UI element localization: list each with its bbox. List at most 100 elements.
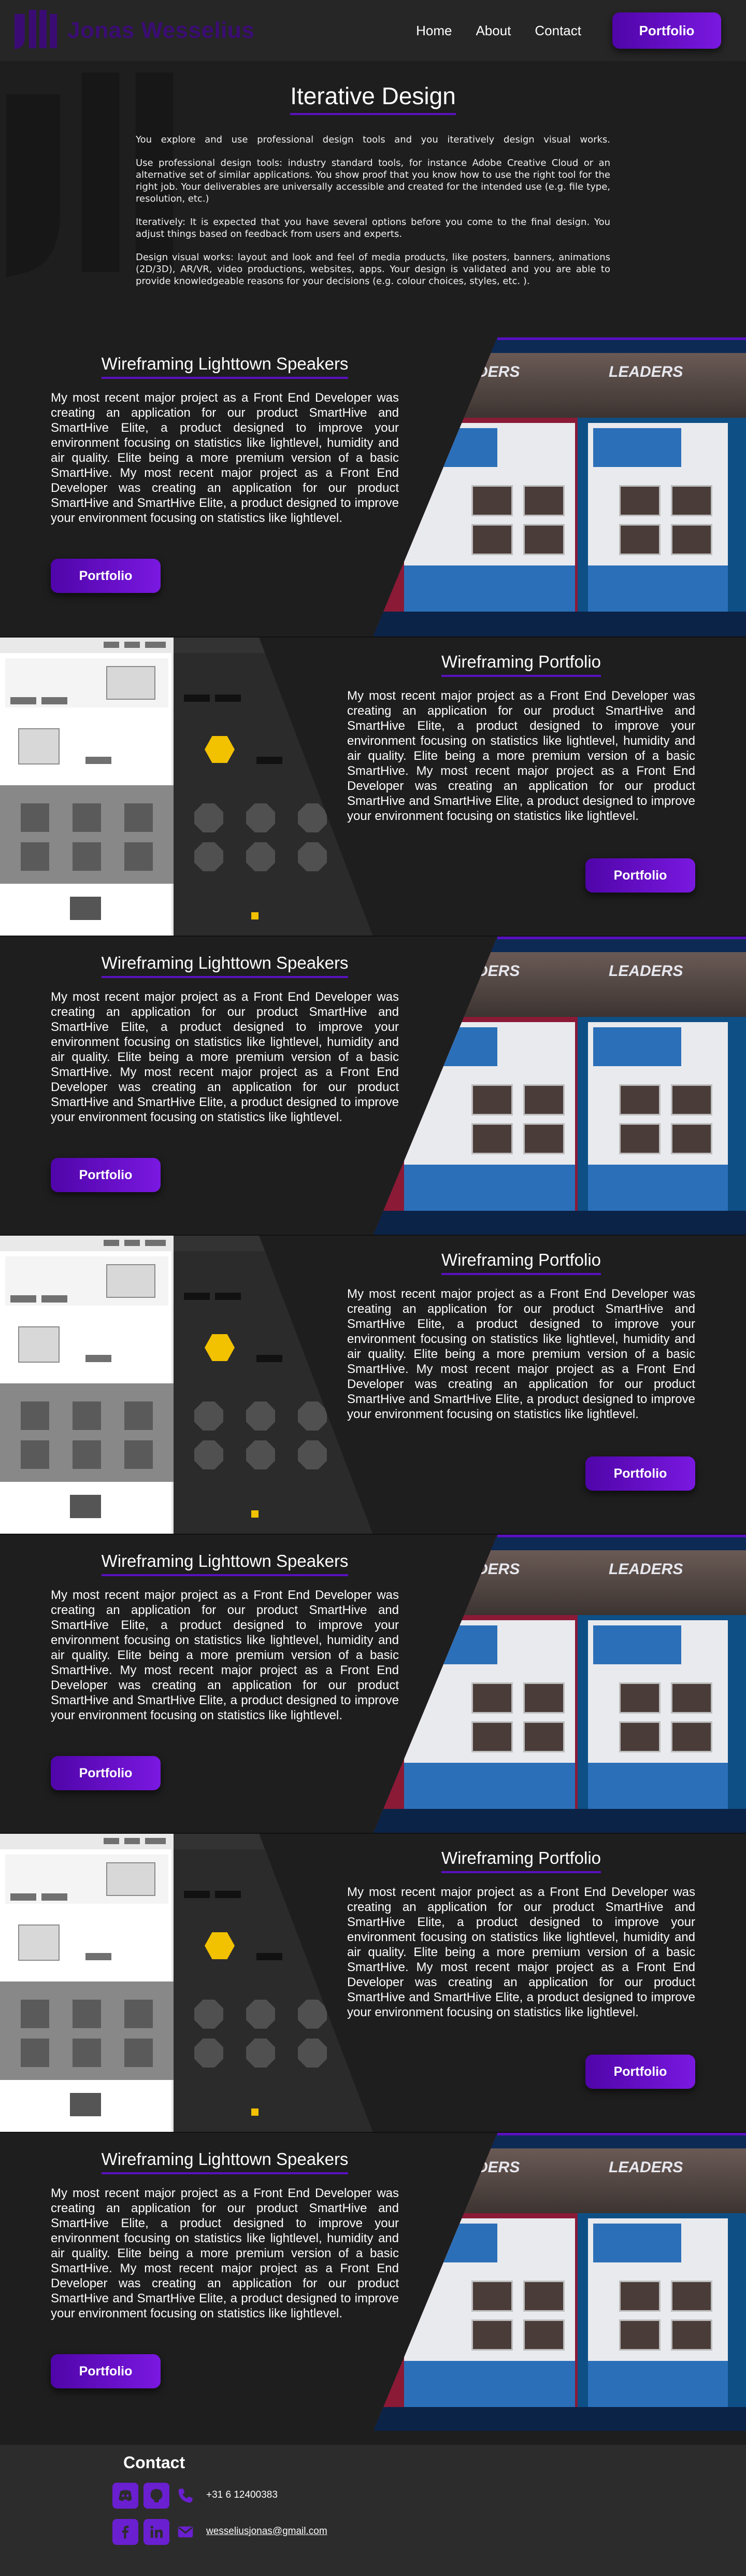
mockup-heading: LEADERS bbox=[609, 1561, 683, 1578]
speakers-mockup-image: LEADERS LEADERS bbox=[373, 1535, 746, 1833]
project-description: My most recent major project as a Front … bbox=[51, 391, 399, 525]
skill-badge-icon bbox=[246, 803, 275, 832]
facebook-icon[interactable] bbox=[112, 2519, 138, 2545]
wireframe-button bbox=[41, 1295, 67, 1303]
skill-badge-icon bbox=[246, 842, 275, 871]
mockup-hero bbox=[578, 952, 746, 1017]
speakers-mockup-image: LEADERS LEADERS bbox=[373, 937, 746, 1235]
mockup-block bbox=[404, 2361, 575, 2408]
wireframe-button bbox=[184, 1293, 210, 1300]
project-portfolio-button[interactable]: Portfolio bbox=[51, 1756, 161, 1790]
mockup-heading: LEADERS bbox=[609, 363, 683, 380]
skill-badge-icon bbox=[246, 1402, 275, 1431]
project-portfolio-button[interactable]: Portfolio bbox=[51, 1158, 161, 1192]
discord-icon[interactable] bbox=[112, 2483, 138, 2509]
nav-home-link[interactable]: Home bbox=[416, 23, 452, 39]
mockup-block bbox=[404, 1763, 575, 1809]
site-footer: Contact +31 6 12400383 wesseliusjonas@gm… bbox=[0, 2431, 746, 2576]
wireframe-contact-block bbox=[70, 897, 101, 920]
mockup-heading: LEADERS bbox=[446, 1561, 520, 1578]
mockup-heading: LEADERS bbox=[446, 363, 520, 380]
skill-badge-icon bbox=[298, 1402, 327, 1431]
mail-icon[interactable] bbox=[176, 2523, 195, 2541]
wireframe-contact-block bbox=[70, 1495, 101, 1518]
mockup-thumb bbox=[471, 485, 513, 516]
project-section: LEADERS LEADERS Wireframing Lighttown Sp… bbox=[0, 1534, 746, 1833]
project-section: LEADERS LEADERS Wireframing Lighttown Sp… bbox=[0, 2132, 746, 2431]
logo[interactable]: Jonas Wesselius bbox=[9, 5, 254, 56]
mockup-thumb bbox=[471, 1123, 513, 1154]
wireframe-button bbox=[215, 1891, 241, 1898]
wireframe-nav-item bbox=[104, 1838, 119, 1844]
mockup-thumb bbox=[523, 1123, 565, 1154]
page-title: Iterative Design bbox=[290, 82, 456, 115]
linkedin-mini-icon bbox=[251, 1510, 259, 1518]
mockup-heading: LEADERS bbox=[446, 963, 520, 980]
project-portfolio-button[interactable]: Portfolio bbox=[51, 559, 161, 593]
nav-contact-link[interactable]: Contact bbox=[535, 23, 581, 39]
wireframe-button bbox=[215, 1293, 241, 1300]
mockup-thumb bbox=[671, 2281, 712, 2312]
mockup-thumb bbox=[619, 1123, 661, 1154]
project-portfolio-button[interactable]: Portfolio bbox=[585, 1456, 695, 1491]
wireframe-button bbox=[256, 757, 282, 764]
project-portfolio-button[interactable]: Portfolio bbox=[51, 2354, 161, 2388]
wireframe-button bbox=[256, 1355, 282, 1362]
wireframe-nav-item bbox=[104, 642, 119, 648]
project-content: Wireframing Lighttown Speakers My most r… bbox=[51, 953, 399, 1125]
mockup-thumb bbox=[523, 2319, 565, 2351]
linkedin-icon[interactable] bbox=[144, 2519, 169, 2545]
mockup-panel: LEADERS bbox=[373, 937, 578, 1235]
mockup-footer bbox=[578, 1809, 746, 1833]
portfolio-wireframe-image bbox=[0, 1236, 373, 1534]
intro-paragraph: You explore and use professional design … bbox=[136, 134, 610, 145]
wireframe-panel bbox=[0, 1834, 174, 2132]
speakers-mockup-image: LEADERS LEADERS bbox=[373, 2133, 746, 2431]
portfolio-wireframe-image bbox=[0, 638, 373, 936]
email-link[interactable]: wesseliusjonas@gmail.com bbox=[206, 2526, 327, 2537]
linkedin-mini-icon bbox=[251, 2108, 259, 2116]
wireframe-tile bbox=[21, 803, 49, 832]
mockup-thumb bbox=[619, 524, 661, 555]
mockup-thumb bbox=[619, 485, 661, 516]
mockup-block bbox=[588, 1763, 728, 1809]
phone-number[interactable]: +31 6 12400383 bbox=[206, 2489, 278, 2501]
mockup-thumb bbox=[523, 1682, 565, 1714]
phone-icon[interactable] bbox=[176, 2486, 195, 2505]
skill-badge-icon bbox=[194, 2000, 223, 2029]
wireframe-button bbox=[215, 695, 241, 702]
wireframe-tile bbox=[73, 2000, 101, 2028]
wireframe-panel bbox=[174, 638, 373, 936]
project-description: My most recent major project as a Front … bbox=[347, 1885, 695, 2019]
mockup-panel: LEADERS bbox=[578, 2133, 746, 2431]
mockup-block bbox=[593, 428, 681, 467]
mockup-thumb bbox=[523, 1721, 565, 1752]
mockup-thumb bbox=[523, 524, 565, 555]
wireframe-panel bbox=[0, 1236, 174, 1534]
mockup-thumb bbox=[523, 2281, 565, 2312]
mockup-heading: LEADERS bbox=[446, 2159, 520, 2176]
portfolio-button[interactable]: Portfolio bbox=[612, 12, 721, 49]
mockup-footer bbox=[373, 2407, 578, 2431]
mockup-block bbox=[409, 428, 497, 467]
wireframe-nav-item bbox=[104, 1240, 119, 1246]
intro-paragraph: Use professional design tools: industry … bbox=[136, 158, 610, 204]
wireframe-image-placeholder bbox=[106, 1264, 155, 1298]
project-logo-icon bbox=[205, 1932, 235, 1959]
mockup-thumb bbox=[619, 1721, 661, 1752]
main-nav: Home About Contact Portfolio bbox=[416, 12, 721, 49]
mockup-panel: LEADERS bbox=[373, 1535, 578, 1833]
wireframe-contact-block bbox=[70, 2093, 101, 2116]
mockup-accent bbox=[497, 337, 746, 340]
project-portfolio-button[interactable]: Portfolio bbox=[585, 858, 695, 893]
project-portfolio-button[interactable]: Portfolio bbox=[585, 2055, 695, 2089]
nav-about-link[interactable]: About bbox=[476, 23, 511, 39]
github-icon[interactable] bbox=[144, 2483, 169, 2509]
wireframe-image-placeholder bbox=[18, 1924, 60, 1961]
project-title: Wireframing Lighttown Speakers bbox=[101, 354, 349, 379]
skill-badge-icon bbox=[246, 2039, 275, 2068]
logo-mark-icon bbox=[15, 10, 57, 49]
mockup-hero bbox=[578, 353, 746, 418]
project-content: Wireframing Lighttown Speakers My most r… bbox=[51, 1551, 399, 1723]
wireframe-tile bbox=[21, 1440, 49, 1469]
